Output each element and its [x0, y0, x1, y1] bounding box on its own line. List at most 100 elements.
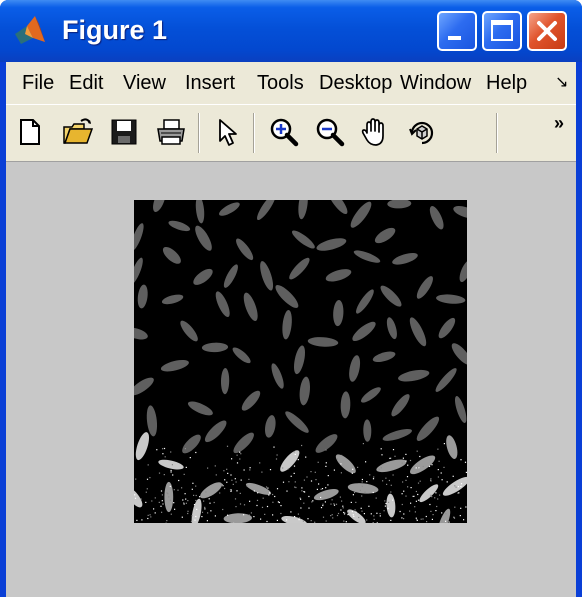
minimize-button[interactable] — [437, 11, 477, 51]
noise-speck — [399, 510, 401, 513]
noise-speck — [249, 469, 251, 471]
menu-overflow-icon[interactable]: ↘ — [555, 71, 568, 95]
noise-speck — [440, 472, 442, 474]
noise-speck — [333, 503, 335, 505]
noise-speck — [343, 511, 345, 514]
noise-speck — [415, 467, 417, 469]
noise-speck — [293, 451, 295, 453]
maximize-button[interactable] — [482, 11, 522, 51]
save-figure-button[interactable] — [109, 117, 139, 147]
noise-speck — [305, 456, 307, 458]
noise-speck — [342, 507, 344, 509]
noise-speck — [134, 494, 136, 496]
noise-speck — [235, 481, 237, 483]
noise-speck — [230, 490, 232, 492]
noise-speck — [210, 510, 212, 512]
noise-speck — [297, 459, 299, 461]
noise-speck — [358, 516, 360, 519]
noise-speck — [394, 455, 396, 457]
toolbar-overflow-icon[interactable]: » — [554, 113, 564, 133]
noise-speck — [316, 488, 318, 490]
noise-speck — [243, 514, 245, 516]
noise-speck — [272, 493, 274, 496]
noise-speck — [354, 509, 356, 511]
matlab-logo-icon[interactable] — [13, 14, 47, 48]
noise-speck — [390, 491, 392, 493]
noise-speck — [162, 503, 164, 505]
noise-speck — [250, 512, 252, 514]
noise-speck — [276, 519, 278, 521]
figure-canvas — [6, 162, 576, 597]
menu-desktop[interactable]: Desktop — [319, 71, 395, 95]
noise-speck — [272, 501, 274, 503]
noise-speck — [413, 495, 415, 497]
noise-speck — [335, 503, 338, 505]
menu-edit[interactable]: Edit — [69, 71, 103, 95]
noise-speck — [268, 494, 270, 496]
noise-speck — [272, 514, 274, 516]
noise-speck — [171, 464, 173, 466]
noise-speck — [403, 518, 405, 520]
noise-speck — [239, 503, 242, 505]
menu-window[interactable]: Window — [400, 71, 483, 95]
open-file-button[interactable] — [62, 117, 94, 147]
noise-speck — [318, 483, 320, 485]
noise-speck — [352, 494, 354, 496]
noise-speck — [280, 512, 282, 515]
menu-insert[interactable]: Insert — [185, 71, 235, 95]
noise-speck — [147, 514, 149, 516]
close-button[interactable] — [527, 11, 567, 51]
noise-speck — [266, 505, 269, 508]
noise-speck — [249, 467, 251, 469]
noise-speck — [420, 518, 422, 520]
noise-speck — [407, 486, 409, 488]
noise-speck — [378, 468, 380, 470]
noise-speck — [331, 514, 333, 516]
noise-speck — [392, 499, 394, 501]
title-bar[interactable]: Figure 1 — [0, 0, 582, 62]
print-figure-button[interactable] — [155, 117, 185, 147]
noise-speck — [325, 465, 327, 467]
noise-speck — [339, 496, 341, 498]
noise-speck — [282, 467, 284, 469]
noise-speck — [376, 512, 378, 514]
noise-speck — [170, 471, 172, 473]
noise-speck — [417, 482, 420, 484]
pan-button[interactable] — [359, 117, 389, 147]
noise-speck — [409, 510, 411, 512]
noise-speck — [193, 494, 195, 496]
menu-help[interactable]: Help — [486, 71, 527, 95]
noise-speck — [303, 502, 305, 504]
noise-speck — [401, 493, 403, 495]
noise-speck — [310, 480, 313, 482]
noise-speck — [226, 445, 229, 447]
noise-speck — [405, 479, 407, 481]
noise-speck — [333, 504, 336, 506]
noise-speck — [294, 481, 296, 483]
noise-speck — [169, 485, 171, 487]
toolbar-separator — [496, 113, 498, 153]
noise-speck — [353, 515, 355, 517]
noise-speck — [446, 520, 449, 523]
noise-speck — [460, 459, 462, 461]
print-figure-icon — [157, 119, 185, 145]
rotate-3d-button[interactable] — [406, 117, 436, 147]
edit-plot-button[interactable] — [212, 117, 242, 147]
menu-tools[interactable]: Tools — [257, 71, 304, 95]
noise-speck — [298, 519, 300, 521]
noise-speck — [286, 519, 288, 521]
noise-speck — [344, 512, 346, 514]
noise-speck — [149, 477, 151, 479]
menu-file[interactable]: File — [22, 71, 54, 95]
rice-image — [134, 200, 467, 523]
noise-speck — [383, 510, 385, 512]
noise-speck — [261, 506, 264, 508]
noise-speck — [182, 499, 184, 501]
noise-speck — [195, 515, 197, 518]
noise-speck — [341, 500, 343, 502]
new-figure-button[interactable] — [15, 117, 45, 147]
zoom-in-button[interactable] — [268, 117, 299, 147]
zoom-out-button[interactable] — [314, 117, 345, 147]
noise-speck — [417, 499, 420, 501]
menu-view[interactable]: View — [123, 71, 166, 95]
